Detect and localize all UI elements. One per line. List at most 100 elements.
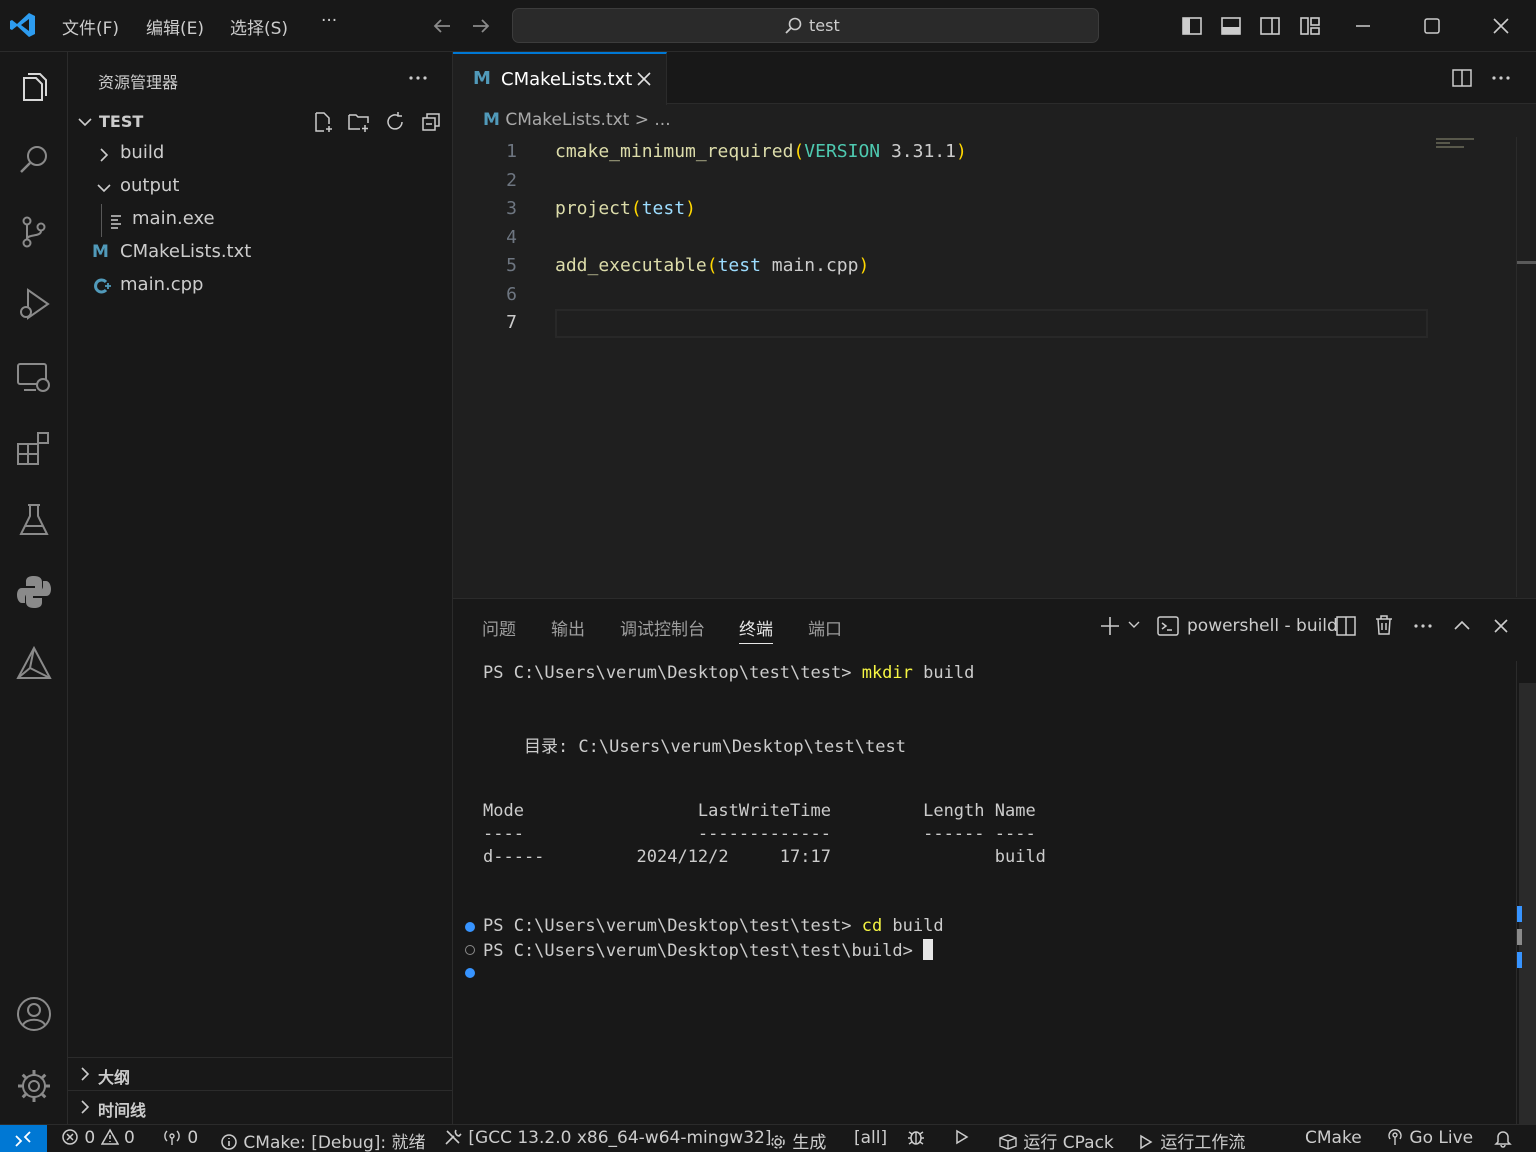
chevron-down-icon[interactable]: [1127, 618, 1141, 632]
close-panel-icon[interactable]: [1489, 614, 1513, 638]
tree-item-main-cpp[interactable]: main.cpp: [68, 270, 452, 303]
new-file-icon[interactable]: [311, 110, 335, 134]
more-actions-icon[interactable]: [406, 66, 430, 90]
line-number: 7: [506, 312, 517, 333]
terminal-name[interactable]: powershell - build: [1187, 616, 1338, 636]
ports-count: 0: [187, 1128, 199, 1148]
breadcrumb[interactable]: M CMakeLists.txt > ...: [483, 110, 671, 130]
code-line-7[interactable]: 7: [453, 309, 1513, 337]
remote-explorer-icon[interactable]: [14, 356, 54, 396]
explorer-sidebar: 资源管理器 TEST build output main.exe M CMake…: [68, 52, 453, 1124]
scrollbar-thumb[interactable]: [1519, 683, 1536, 1125]
command-decoration-dot[interactable]: [465, 968, 475, 978]
cmake-tools-status[interactable]: CMake: [1305, 1128, 1362, 1148]
problems-status[interactable]: 0 0: [61, 1128, 135, 1148]
toggle-secondary-sidebar-icon[interactable]: [1258, 14, 1282, 38]
chevron-down-icon: [76, 113, 94, 131]
search-view-icon[interactable]: [14, 140, 54, 180]
close-window-icon[interactable]: [1489, 14, 1513, 38]
accounts-icon[interactable]: [14, 994, 54, 1034]
more-actions-icon[interactable]: [1490, 67, 1512, 89]
minimize-window-icon[interactable]: [1351, 14, 1375, 38]
section-outline[interactable]: 大纲: [68, 1057, 452, 1090]
terminal-line: Mode LastWriteTime Length Name: [483, 801, 1036, 821]
run-and-debug-icon[interactable]: [14, 284, 54, 324]
cmake-workflow[interactable]: 运行工作流: [1137, 1128, 1245, 1152]
customize-layout-icon[interactable]: [1298, 14, 1322, 38]
tree-item-main-exe[interactable]: main.exe: [68, 204, 452, 237]
terminal-line: PS C:\Users\verum\Desktop\test\test\buil…: [483, 939, 934, 961]
refresh-icon[interactable]: [383, 110, 407, 134]
code-token: VERSION: [804, 141, 881, 162]
maximize-panel-chevron-up-icon[interactable]: [1450, 614, 1474, 638]
editor-scrollbar[interactable]: [1516, 137, 1536, 597]
manage-gear-icon[interactable]: [14, 1066, 54, 1106]
cmake-target[interactable]: [all]: [854, 1128, 887, 1148]
go-live-button[interactable]: Go Live: [1386, 1128, 1473, 1148]
code-line-1[interactable]: 1 cmake_minimum_required(VERSION 3.31.1): [453, 138, 1513, 166]
menu-selection[interactable]: 选择(S): [230, 14, 288, 39]
python-icon[interactable]: [14, 572, 54, 612]
cmake-icon[interactable]: [14, 644, 54, 684]
folder-header-test[interactable]: TEST: [68, 105, 452, 138]
tree-item-build[interactable]: build: [68, 138, 452, 171]
collapse-all-icon[interactable]: [419, 110, 443, 134]
cmake-text: CMake: [1305, 1128, 1362, 1148]
forward-arrow-icon[interactable]: [469, 14, 493, 38]
source-control-icon[interactable]: [14, 212, 54, 252]
cmake-m-icon: M: [92, 242, 109, 262]
extensions-icon[interactable]: [14, 428, 54, 468]
code-token: 3.31.1: [880, 141, 956, 162]
command-center-search[interactable]: test: [512, 8, 1099, 43]
split-terminal-icon[interactable]: [1334, 614, 1358, 638]
code-token: main.cpp: [760, 255, 859, 276]
toggle-panel-icon[interactable]: [1219, 14, 1243, 38]
panel-tab-ports[interactable]: 端口: [808, 615, 842, 640]
command-pending-dot[interactable]: [465, 945, 475, 955]
notifications-bell-icon[interactable]: [1493, 1128, 1513, 1150]
search-icon: [783, 16, 803, 36]
panel-tab-terminal[interactable]: 终端: [739, 615, 773, 644]
remote-indicator[interactable]: [0, 1125, 47, 1152]
cmake-kit[interactable]: [GCC 13.2.0 x86_64-w64-mingw32]: [443, 1128, 771, 1148]
trash-icon[interactable]: [1372, 613, 1396, 637]
cmake-debug[interactable]: [906, 1128, 926, 1148]
menu-more[interactable]: ···: [321, 11, 337, 31]
split-editor-icon[interactable]: [1451, 67, 1473, 89]
cmake-run[interactable]: [953, 1128, 971, 1148]
terminal-scrollbar[interactable]: [1516, 661, 1536, 1125]
new-folder-icon[interactable]: [347, 110, 371, 134]
cmake-cpack[interactable]: 运行 CPack: [998, 1128, 1114, 1152]
panel-tab-debug-console[interactable]: 调试控制台: [620, 615, 705, 640]
menu-edit[interactable]: 编辑(E): [146, 14, 204, 39]
more-actions-icon[interactable]: [1411, 614, 1435, 638]
code-line-2[interactable]: 2: [453, 167, 1513, 195]
maximize-window-icon[interactable]: [1420, 14, 1444, 38]
minimap[interactable]: [1436, 137, 1476, 151]
ports-status[interactable]: 0: [162, 1128, 198, 1148]
code-line-5[interactable]: 5 add_executable(test main.cpp): [453, 252, 1513, 280]
toggle-primary-sidebar-icon[interactable]: [1180, 14, 1204, 38]
explorer-icon[interactable]: [14, 68, 54, 108]
section-timeline[interactable]: 时间线: [68, 1090, 452, 1123]
back-arrow-icon[interactable]: [430, 14, 454, 38]
menu-file[interactable]: 文件(F): [62, 14, 119, 39]
tab-cmakelists[interactable]: M CMakeLists.txt: [453, 52, 667, 105]
close-icon[interactable]: [635, 70, 653, 88]
terminal-line: ---- ------------- ------ ----: [483, 824, 1036, 844]
new-terminal-plus-icon[interactable]: [1098, 614, 1122, 638]
testing-flask-icon[interactable]: [14, 500, 54, 540]
code-token: test: [717, 255, 761, 276]
command-success-dot[interactable]: [465, 922, 475, 932]
panel-tab-output[interactable]: 输出: [551, 615, 585, 640]
cmake-status[interactable]: CMake: [Debug]: 就绪: [220, 1128, 426, 1152]
code-line-3[interactable]: 3 project(test): [453, 195, 1513, 223]
tree-item-cmakelists[interactable]: M CMakeLists.txt: [68, 237, 452, 270]
tree-item-output[interactable]: output: [68, 171, 452, 204]
cmake-build[interactable]: 生成: [769, 1128, 826, 1152]
code-line-6[interactable]: 6: [453, 281, 1513, 309]
code-line-4[interactable]: 4: [453, 224, 1513, 252]
tree-item-label: CMakeLists.txt: [120, 241, 252, 262]
panel-tab-problems[interactable]: 问题: [482, 615, 516, 640]
title-bar: 文件(F) 编辑(E) 选择(S) ··· test: [0, 0, 1536, 52]
